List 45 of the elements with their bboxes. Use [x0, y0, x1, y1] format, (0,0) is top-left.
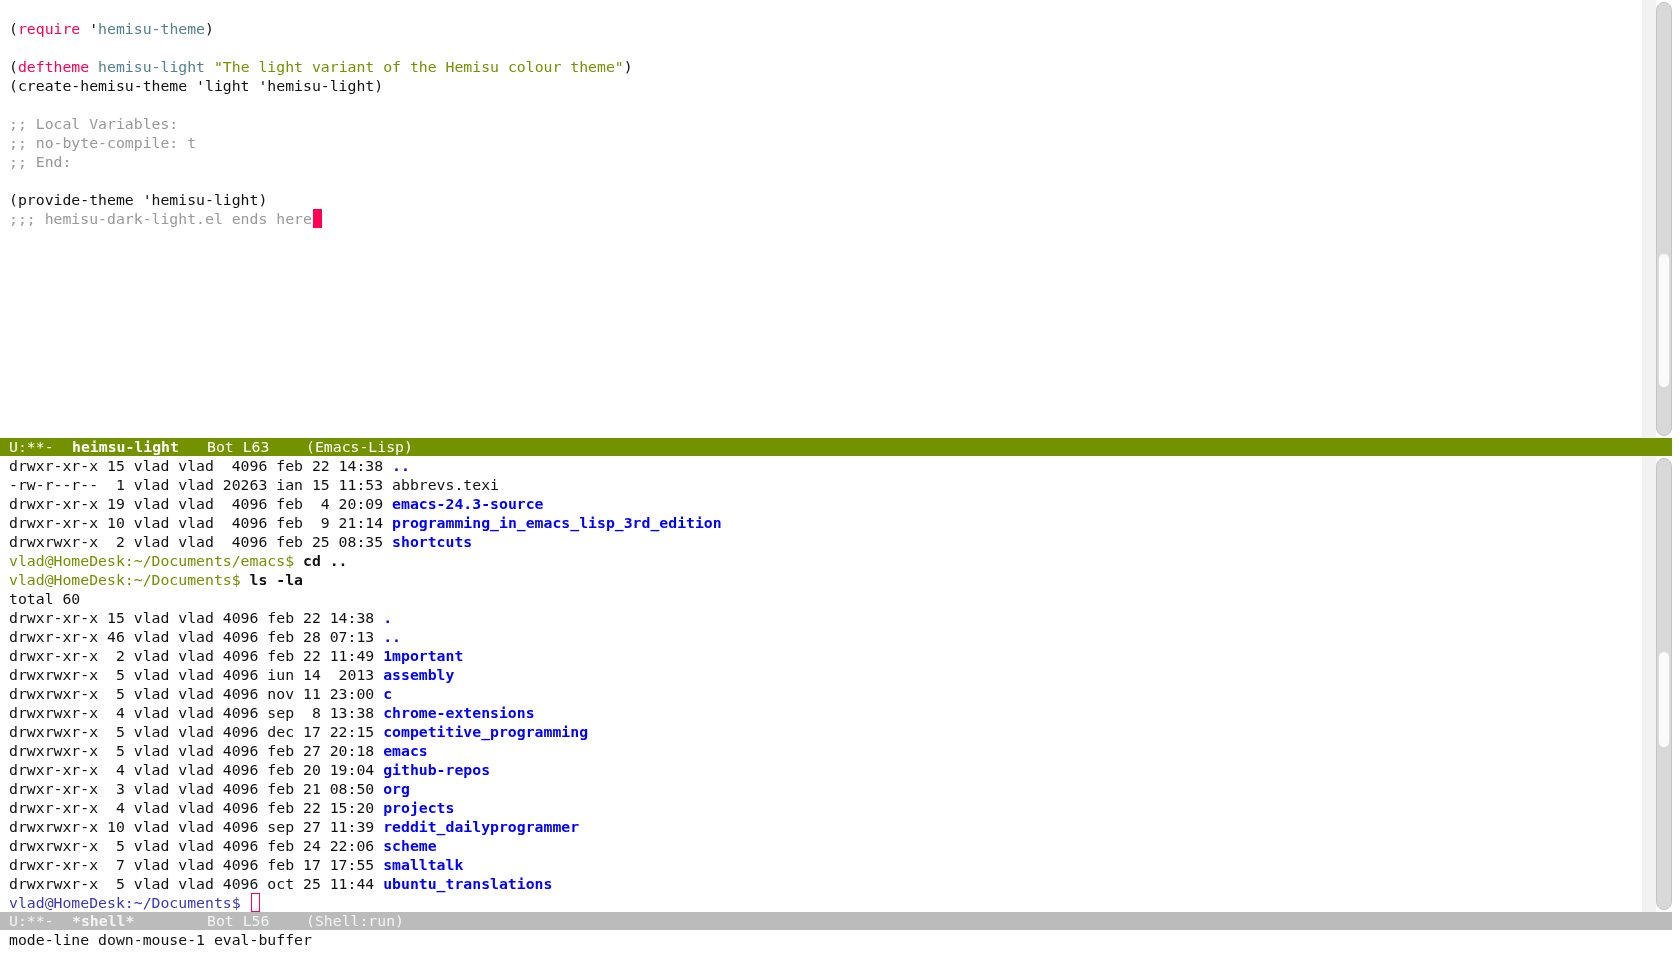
listing-row-text: drwxrwxr-x 5 vlad vlad 4096 feb 27 20:18 emacs: [9, 741, 429, 760]
major-mode: (Emacs-Lisp): [306, 438, 413, 456]
prompt-line: vlad@HomeDesk:~/Documents$: [9, 893, 1642, 912]
comment-line: ;; no-byte-compile: t: [9, 133, 198, 152]
listing-row-text: drwxr-xr-x 15 vlad vlad 4096 feb 22 14:38 .: [9, 608, 394, 627]
listing-row-text: drwxrwxr-x 10 vlad vlad 4096 sep 27 11:39 reddit_dailyprogrammer: [9, 817, 581, 836]
listing-row-text: drwxr-xr-x 4 vlad vlad 4096 feb 22 15:20 projects: [9, 798, 456, 817]
comment-line: ;; End:: [9, 152, 73, 171]
scrollbar-thumb[interactable]: [1658, 651, 1670, 748]
listing-row-text: drwxrwxr-x 5 vlad vlad 4096 oct 25 11:44 ubuntu_translations: [9, 874, 554, 893]
listing-row-text: drwxrwxr-x 2 vlad vlad 4096 feb 25 08:35 shortcuts: [9, 532, 474, 551]
listing-row-text: drwxr-xr-x 10 vlad vlad 4096 feb 9 21:14 programming_in_emacs_lisp_3rd_edition: [9, 513, 723, 532]
position-indicator: Bot L56: [207, 912, 271, 930]
listing-row-text: drwxrwxr-x 5 vlad vlad 4096 dec 17 22:15 competitive_programming: [9, 722, 590, 741]
modified-status: U:**-: [9, 438, 55, 456]
code-line: (provide-theme 'hemisu-light): [9, 190, 269, 209]
code-line: (create-hemisu-theme 'light 'hemisu-light): [9, 76, 385, 95]
listing-row-text: drwxr-xr-x 2 vlad vlad 4096 feb 22 11:49 1mportant: [9, 646, 465, 665]
listing-row-text: drwxrwxr-x 4 vlad vlad 4096 sep 8 13:38 chrome-extensions: [9, 703, 536, 722]
listing-row-text: drwxr-xr-x 19 vlad vlad 4096 feb 4 20:09 emacs-24.3-source: [9, 494, 545, 513]
buffer-name: heimsu-light: [72, 438, 180, 456]
scrollbar-thumb[interactable]: [1658, 253, 1670, 388]
comment-line: ;; Local Variables:: [9, 114, 180, 133]
listing-row-text: -rw-r--r-- 1 vlad vlad 20263 ian 15 11:53 abbrevs.texi: [9, 475, 500, 494]
modified-status: U:**-: [9, 912, 55, 930]
major-mode: (Shell:run): [306, 912, 404, 930]
listing-row-text: drwxr-xr-x 3 vlad vlad 4096 feb 21 08:50 org: [9, 779, 411, 798]
output-line: total 60: [9, 589, 82, 608]
listing-row-text: drwxr-xr-x 7 vlad vlad 4096 feb 17 17:55 smalltalk: [9, 855, 465, 874]
code-line: (require 'hemisu-theme): [9, 19, 215, 38]
code-line: (deftheme hemisu-light "The light variant of the Hemisu colour theme"): [9, 57, 634, 76]
listing-row-text: drwxrwxr-x 5 vlad vlad 4096 iun 14 2013 assembly: [9, 665, 456, 684]
comment-line: ;;; hemisu-dark-light.el ends here: [9, 209, 1642, 228]
listing-row-text: drwxr-xr-x 4 vlad vlad 4096 feb 20 19:04 github-repos: [9, 760, 492, 779]
scrollbar[interactable]: [1656, 2, 1672, 436]
buffer-name: *shell*: [72, 912, 136, 930]
minibuffer-message: mode-line down-mouse-1 eval-buffer: [8, 930, 313, 949]
listing-row-text: drwxrwxr-x 5 vlad vlad 4096 nov 11 23:00 c: [9, 684, 394, 703]
position-indicator: Bot L63: [207, 438, 271, 456]
prompt-line: vlad@HomeDesk:~/Documents$ ls -la: [9, 570, 304, 589]
prompt-line: vlad@HomeDesk:~/Documents/emacs$ cd ..: [9, 551, 349, 570]
scrollbar[interactable]: [1656, 458, 1672, 910]
listing-row-text: drwxr-xr-x 15 vlad vlad 4096 feb 22 14:38 ..: [9, 456, 411, 475]
listing-row-text: drwxrwxr-x 5 vlad vlad 4096 feb 24 22:06 scheme: [9, 836, 438, 855]
listing-row-text: drwxr-xr-x 46 vlad vlad 4096 feb 28 07:13 ..: [9, 627, 402, 646]
